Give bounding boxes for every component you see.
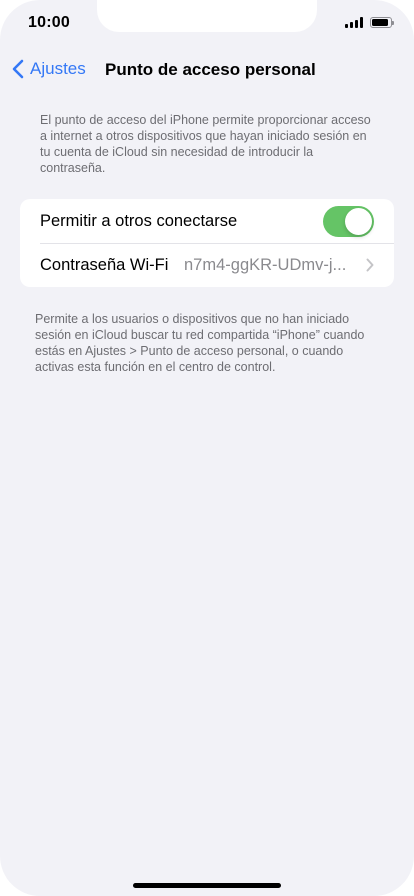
- phone-screen: 10:00 Ajustes Punto de acceso personal E…: [0, 0, 414, 896]
- chevron-right-icon: [366, 258, 374, 272]
- allow-others-label: Permitir a otros conectarse: [40, 211, 238, 230]
- notch: [97, 0, 317, 32]
- discovery-description: Permite a los usuarios o dispositivos qu…: [35, 312, 365, 374]
- navigation-bar: Ajustes Punto de acceso personal: [0, 56, 414, 86]
- page-title: Punto de acceso personal: [105, 60, 316, 79]
- back-button[interactable]: Ajustes: [12, 59, 86, 79]
- chevron-left-icon: [12, 59, 24, 79]
- allow-others-row[interactable]: Permitir a otros conectarse: [20, 199, 394, 243]
- toggle-knob: [345, 208, 372, 235]
- allow-others-toggle[interactable]: [323, 206, 374, 237]
- hotspot-description: El punto de acceso del iPhone permite pr…: [40, 113, 371, 175]
- wifi-password-label: Contraseña Wi-Fi: [40, 255, 169, 274]
- back-button-label: Ajustes: [30, 59, 86, 78]
- settings-group: Permitir a otros conectarse Contraseña W…: [20, 199, 394, 287]
- status-time: 10:00: [28, 14, 70, 31]
- wifi-password-row[interactable]: Contraseña Wi-Fi n7m4-ggKR-UDmv-j...: [20, 243, 394, 287]
- battery-fill: [372, 19, 388, 26]
- status-icons: [345, 17, 394, 28]
- home-indicator[interactable]: [133, 883, 281, 888]
- wifi-password-value: n7m4-ggKR-UDmv-j...: [184, 255, 347, 274]
- signal-icon: [345, 17, 363, 28]
- battery-icon: [370, 17, 394, 28]
